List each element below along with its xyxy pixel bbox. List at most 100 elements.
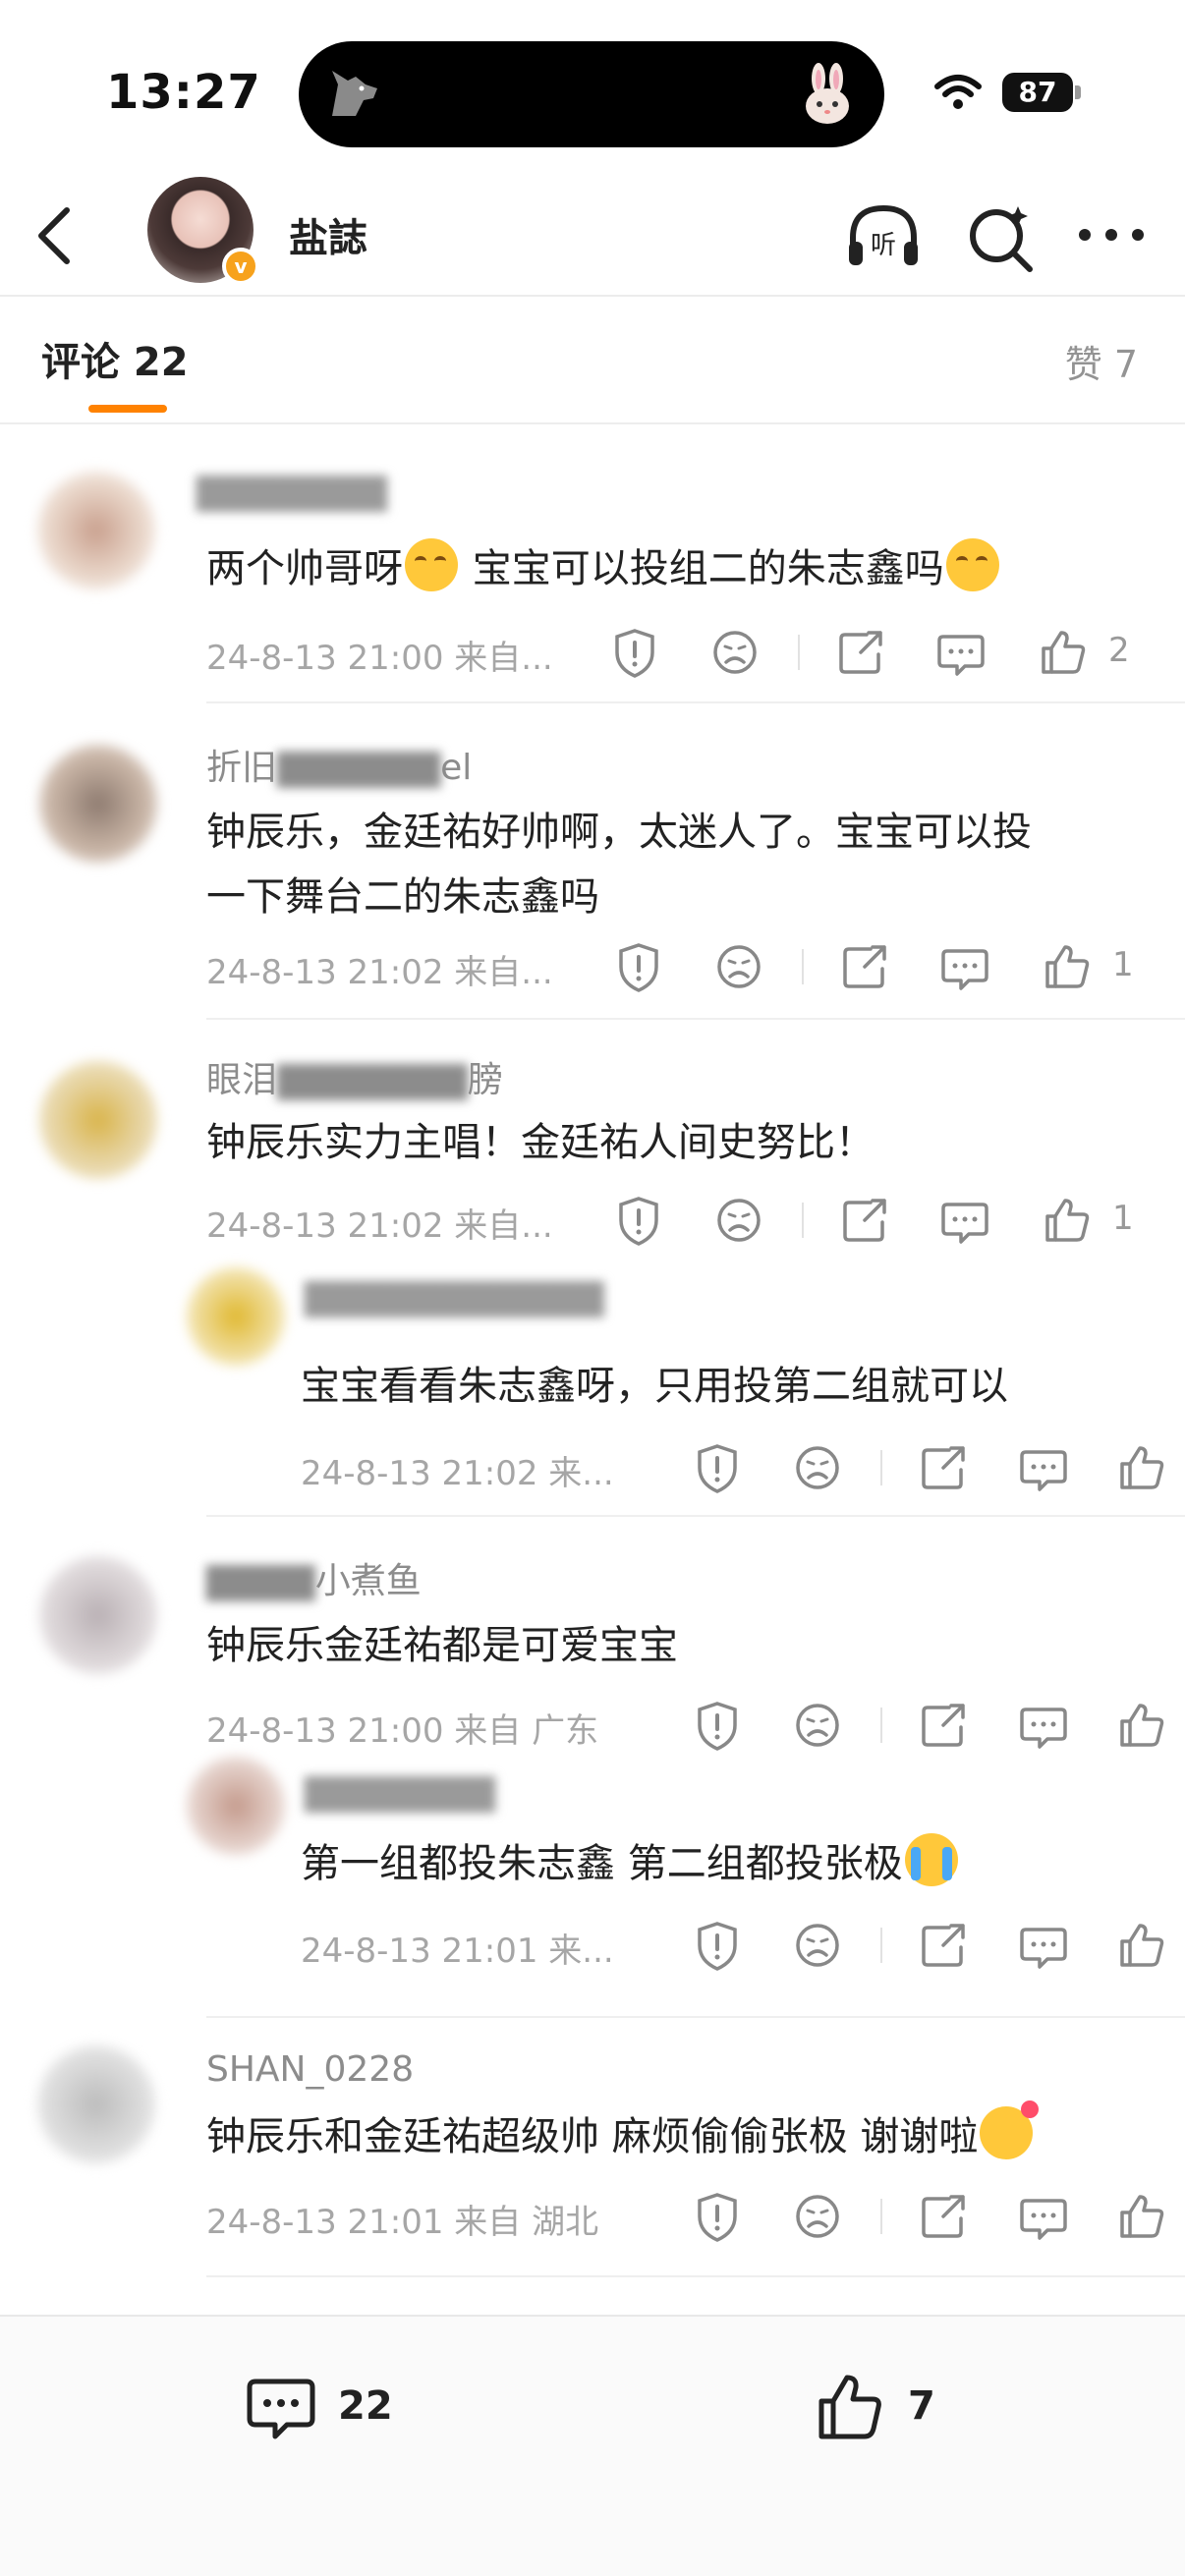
share-button[interactable] bbox=[914, 1438, 973, 1497]
commenter-avatar[interactable] bbox=[39, 1061, 157, 1179]
dynamic-island bbox=[299, 41, 884, 147]
share-button[interactable] bbox=[914, 2187, 973, 2246]
like-button[interactable] bbox=[1112, 1438, 1171, 1497]
comment-actions bbox=[605, 1916, 1164, 1975]
comment-button[interactable] bbox=[242, 2368, 320, 2450]
comment-item: ▇▇▇▇▇▇▇ 两个帅哥呀 宝宝可以投组二的朱志鑫吗 24-8-13 21:00… bbox=[0, 432, 1185, 707]
reply-item: ▇▇▇▇▇▇▇ 第一组都投朱志鑫 第二组都投张极 24-8-13 21:01 来… bbox=[0, 1733, 1185, 2018]
commenter-name[interactable]: 眼泪▇▇▇▇▇▇▇膀 bbox=[206, 1051, 503, 1102]
commenter-avatar[interactable] bbox=[37, 472, 155, 589]
reply-button[interactable] bbox=[1014, 1916, 1073, 1975]
report-icon bbox=[615, 629, 654, 678]
back-arrow-icon[interactable] bbox=[28, 198, 86, 273]
reply-button[interactable] bbox=[935, 937, 994, 996]
commenter-name[interactable]: ▇▇▇▇▇▇▇ bbox=[197, 472, 387, 512]
comment-meta: 24-8-13 21:01 来自 湖北 bbox=[206, 2203, 599, 2242]
author-avatar[interactable]: v bbox=[147, 177, 259, 287]
share-button[interactable] bbox=[914, 1916, 973, 1975]
comment-actions: 2 bbox=[605, 623, 1156, 682]
comment-actions: 1 bbox=[605, 1191, 1156, 1250]
report-button[interactable] bbox=[609, 937, 668, 996]
commenter-name[interactable]: ▇▇▇▇▇▇▇▇▇▇▇ bbox=[305, 1277, 604, 1317]
thumbs-up-icon bbox=[1120, 1446, 1164, 1489]
report-button[interactable] bbox=[688, 1438, 747, 1497]
commenter-name[interactable]: ▇▇▇▇小煮鱼 bbox=[206, 1552, 422, 1603]
comment-text: 钟辰乐金廷祐都是可爱宝宝 bbox=[206, 1623, 678, 1668]
report-button[interactable] bbox=[605, 623, 664, 682]
thumbs-up-icon bbox=[1042, 631, 1086, 674]
wolf-icon bbox=[332, 71, 377, 116]
commenter-avatar[interactable] bbox=[39, 1556, 157, 1674]
frown-face-icon bbox=[717, 1199, 761, 1242]
like-button[interactable] bbox=[1034, 623, 1093, 682]
tab-comments[interactable]: 评论 22 bbox=[41, 330, 189, 387]
report-button[interactable] bbox=[609, 1191, 668, 1250]
thumbs-up-icon bbox=[1045, 945, 1090, 988]
commenter-avatar[interactable] bbox=[187, 1757, 285, 1855]
report-icon bbox=[619, 943, 658, 992]
comment-bubble-icon bbox=[247, 2379, 315, 2439]
comment-item: 眼泪▇▇▇▇▇▇▇膀 钟辰乐实力主唱！金廷祐人间史努比！ 24-8-13 21:… bbox=[0, 1022, 1185, 1248]
commenter-name[interactable]: ▇▇▇▇▇▇▇ bbox=[305, 1772, 495, 1813]
frown-face-icon bbox=[713, 631, 757, 674]
bottom-action-bar: 22 7 bbox=[0, 2315, 1185, 2576]
like-count: 1 bbox=[1112, 1199, 1134, 1238]
dislike-button[interactable] bbox=[705, 623, 764, 682]
comment-text: 钟辰乐，金廷祐好帅啊，太迷人了。宝宝可以投 bbox=[206, 810, 1032, 855]
share-button[interactable] bbox=[831, 623, 890, 682]
shy-emoji-icon bbox=[405, 538, 458, 591]
commenter-avatar[interactable] bbox=[187, 1267, 285, 1366]
like-post-button[interactable] bbox=[812, 2368, 890, 2450]
thumbs-up-icon bbox=[1120, 2195, 1164, 2238]
dislike-button[interactable] bbox=[788, 1916, 847, 1975]
like-button[interactable] bbox=[1112, 2187, 1171, 2246]
like-button[interactable] bbox=[1038, 1191, 1097, 1250]
comment-actions bbox=[605, 1438, 1164, 1497]
reply-bubble-icon bbox=[937, 635, 985, 676]
share-button[interactable] bbox=[835, 1191, 894, 1250]
dislike-button[interactable] bbox=[788, 2187, 847, 2246]
comment-item: SHAN_0228 钟辰乐和金廷祐超级帅 麻烦偷偷张极 谢谢啦 24-8-13 … bbox=[0, 2016, 1185, 2277]
comment-text: 钟辰乐实力主唱！金廷祐人间史努比！ bbox=[206, 1120, 875, 1165]
status-bar: 13:27 87 bbox=[0, 0, 1185, 177]
more-options-icon[interactable] bbox=[1071, 210, 1152, 259]
dislike-button[interactable] bbox=[709, 937, 768, 996]
dislike-button[interactable] bbox=[788, 1438, 847, 1497]
report-button[interactable] bbox=[688, 1916, 747, 1975]
like-count: 7 bbox=[908, 2383, 935, 2429]
reply-bubble-icon bbox=[941, 1203, 988, 1244]
dislike-button[interactable] bbox=[709, 1191, 768, 1250]
crying-emoji-icon bbox=[904, 1833, 958, 1886]
status-time: 13:27 bbox=[106, 65, 261, 120]
comment-text: 钟辰乐和金廷祐超级帅 麻烦偷偷张极 谢谢啦 bbox=[206, 2100, 1040, 2169]
like-button[interactable] bbox=[1038, 937, 1097, 996]
frown-face-icon bbox=[796, 1924, 839, 1967]
reply-button[interactable] bbox=[1014, 2187, 1073, 2246]
commenter-avatar[interactable] bbox=[37, 2045, 155, 2163]
comment-actions bbox=[605, 2187, 1164, 2246]
share-icon bbox=[922, 1924, 965, 1967]
listen-headphones-icon[interactable]: 听 bbox=[843, 196, 924, 277]
reply-button[interactable] bbox=[931, 623, 990, 682]
tab-likes[interactable]: 赞 7 bbox=[1065, 334, 1138, 388]
like-button[interactable] bbox=[1112, 1916, 1171, 1975]
share-button[interactable] bbox=[835, 937, 894, 996]
report-icon bbox=[619, 1197, 658, 1246]
battery-indicator: 87 bbox=[1002, 73, 1081, 112]
commenter-name[interactable]: 折旧▇▇▇▇▇▇el bbox=[206, 739, 472, 790]
reply-button[interactable] bbox=[1014, 1438, 1073, 1497]
commenter-avatar[interactable] bbox=[39, 745, 157, 863]
reply-bubble-icon bbox=[1020, 2199, 1067, 2240]
share-icon bbox=[839, 631, 882, 674]
thumbs-up-icon bbox=[818, 2375, 881, 2439]
battery-level: 87 bbox=[1002, 73, 1073, 112]
share-icon bbox=[922, 2195, 965, 2238]
reply-button[interactable] bbox=[935, 1191, 994, 1250]
frown-face-icon bbox=[796, 1446, 839, 1489]
search-icon[interactable] bbox=[961, 196, 1042, 277]
frown-face-icon bbox=[796, 2195, 839, 2238]
report-button[interactable] bbox=[688, 2187, 747, 2246]
author-name[interactable]: 盐誌 bbox=[289, 206, 367, 263]
commenter-name[interactable]: SHAN_0228 bbox=[206, 2049, 414, 2090]
comment-meta: 24-8-13 21:02 来... bbox=[301, 1454, 614, 1493]
